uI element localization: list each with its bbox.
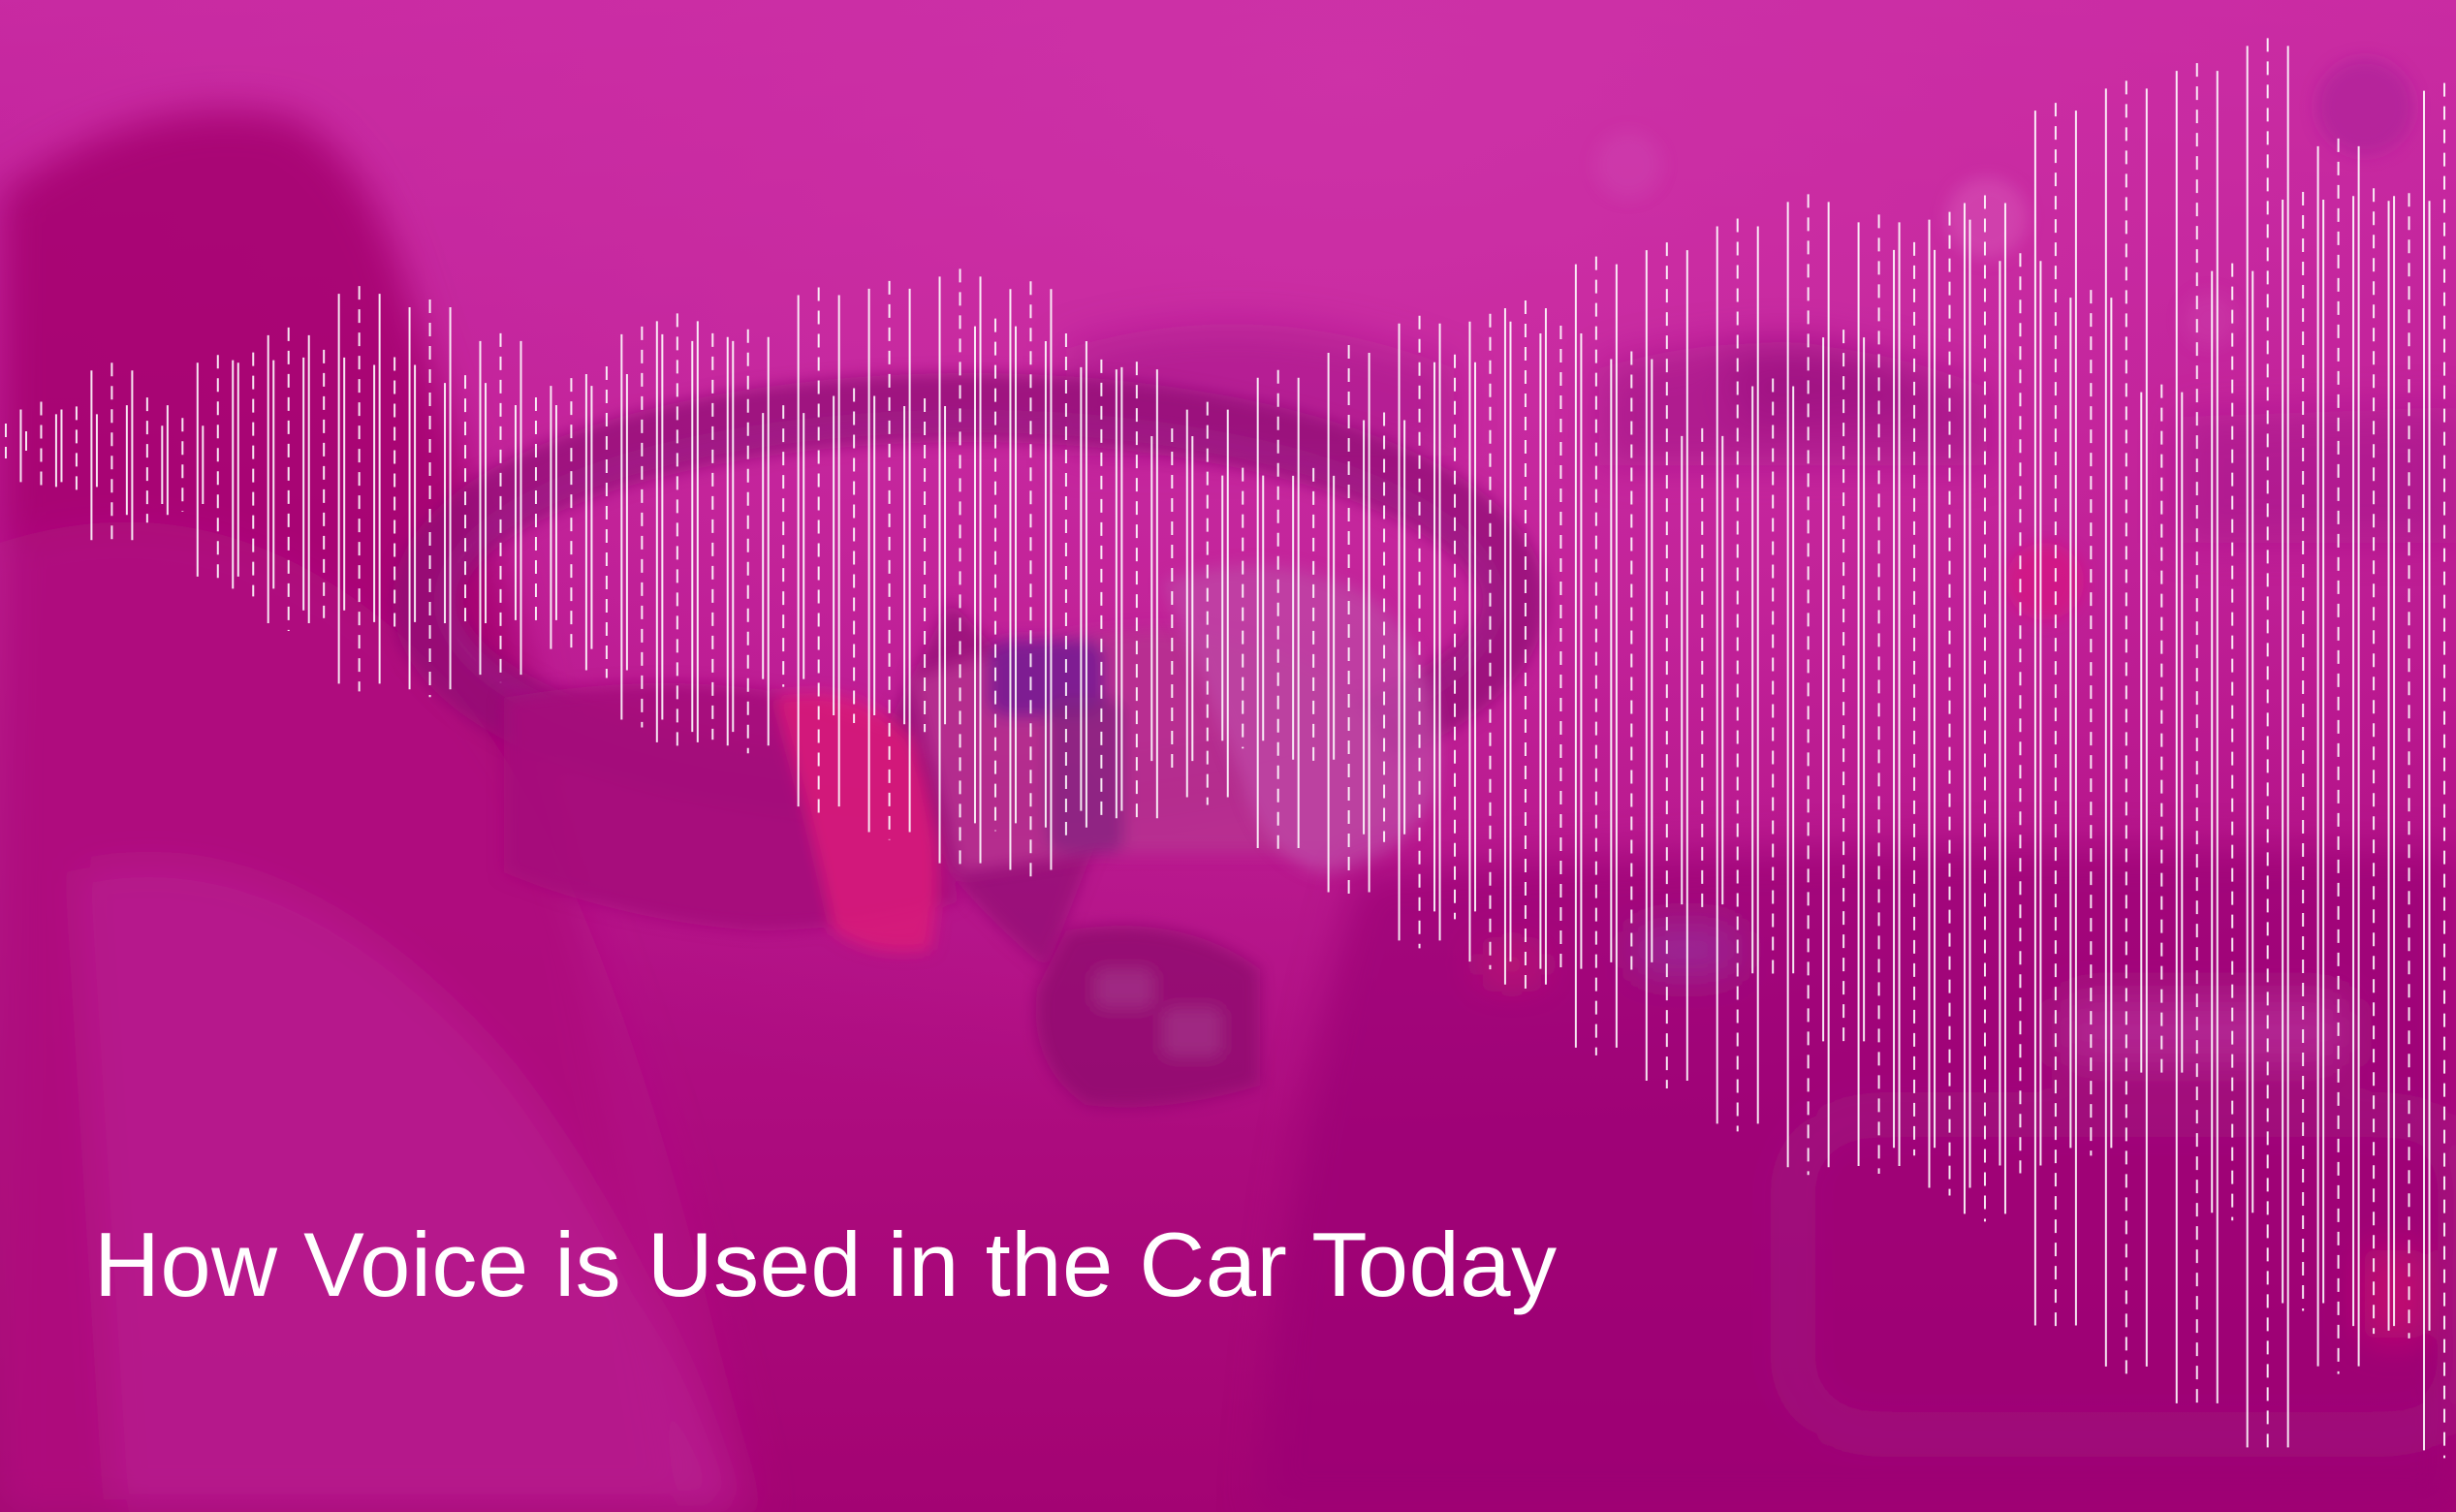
hero-banner: How Voice is Used in the Car Today <box>0 0 2456 1512</box>
headline-title: How Voice is Used in the Car Today <box>94 1213 1558 1315</box>
